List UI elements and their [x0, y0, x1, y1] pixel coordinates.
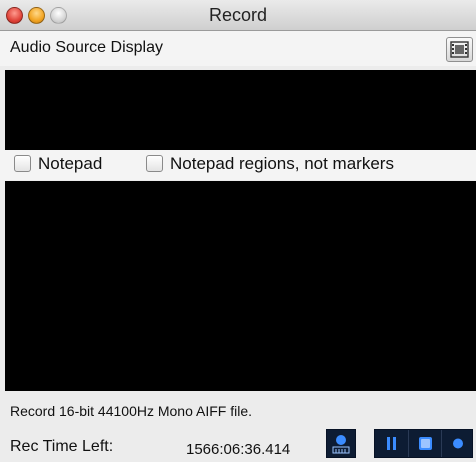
audio-source-display	[5, 70, 476, 150]
audio-source-label: Audio Source Display	[10, 39, 163, 56]
stop-button[interactable]	[408, 430, 442, 457]
record-button[interactable]	[441, 430, 475, 457]
notepad-options: Notepad Notepad regions, not markers	[0, 150, 476, 180]
rec-time-left-value: 1566:06:36.414	[186, 441, 291, 458]
pause-icon	[387, 437, 396, 450]
title-bar: Record	[0, 0, 476, 31]
window-title: Record	[208, 5, 268, 25]
notepad-regions-checkbox-label: Notepad regions, not markers	[170, 154, 394, 173]
film-strip-button[interactable]	[446, 37, 473, 62]
record-icon	[453, 438, 463, 449]
stop-icon	[419, 437, 432, 450]
rec-time-left-label: Rec Time Left:	[10, 438, 114, 455]
notepad-checkbox[interactable]	[14, 155, 31, 172]
record-format-status: Record 16-bit 44100Hz Mono AIFF file.	[10, 403, 253, 419]
notepad-checkbox-label: Notepad	[38, 154, 103, 173]
film-strip-icon	[450, 41, 469, 58]
notepad-display	[5, 181, 476, 391]
pause-button[interactable]	[375, 430, 408, 457]
input-level-meter-button[interactable]	[326, 429, 356, 458]
notepad-regions-checkbox[interactable]	[146, 155, 163, 172]
input-level-meter-icon	[332, 435, 350, 454]
audio-source-header: Audio Source Display	[0, 31, 476, 66]
transport-controls	[374, 429, 473, 458]
